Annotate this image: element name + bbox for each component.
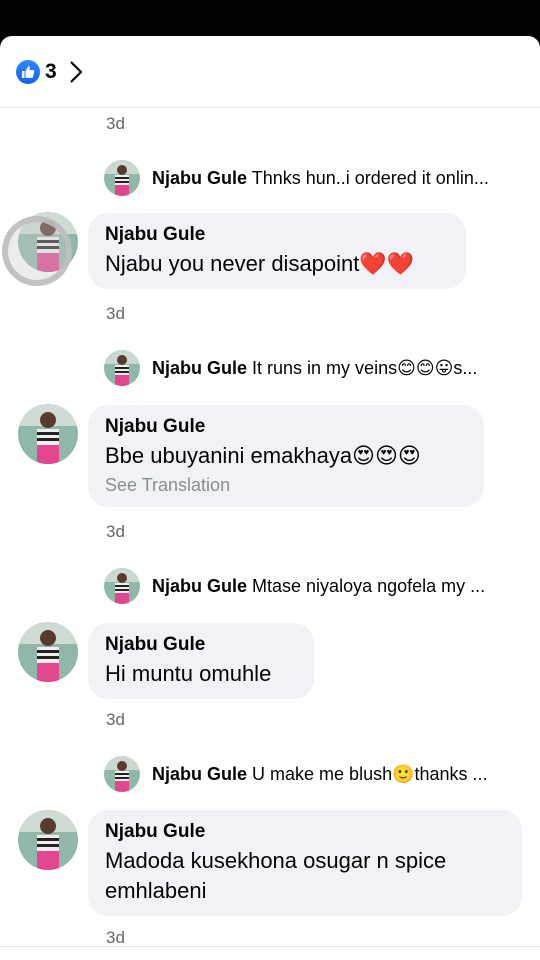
comment-author[interactable]: Njabu Gule [105, 820, 505, 844]
comment-bubble[interactable]: Njabu Gule Njabu you never disapoint❤️❤️ [88, 213, 466, 289]
touch-indicator [2, 216, 72, 286]
reply-text: Mtase niyaloya ngofela my ... [252, 575, 486, 596]
reply-author[interactable]: Njabu Gule [152, 764, 247, 784]
timestamp: 3d [106, 710, 125, 729]
reply-preview[interactable]: Njabu Gule Mtase niyaloya ngofela my ... [104, 566, 524, 606]
reply-text: U make me blush🙂thanks ... [252, 763, 488, 784]
avatar[interactable] [18, 810, 78, 870]
reply-preview[interactable]: Njabu Gule Thnks hun..i ordered it onlin… [104, 158, 524, 198]
timestamp: 3d [106, 522, 125, 541]
comment-bubble[interactable]: Njabu Gule Madoda kusekhona osugar n spi… [88, 810, 522, 916]
see-translation-link[interactable]: See Translation [105, 473, 467, 497]
avatar[interactable] [104, 350, 140, 386]
comment-text: Njabu you never disapoint❤️❤️ [105, 251, 415, 276]
reactions-header[interactable]: 3 [0, 36, 540, 108]
reply-author[interactable]: Njabu Gule [152, 576, 247, 596]
comment-text: Hi muntu omuhle [105, 661, 272, 686]
comment-author[interactable]: Njabu Gule [105, 223, 449, 247]
timestamp: 3d [106, 928, 125, 947]
reply-text: It runs in my veins😊😊😛s... [252, 357, 478, 378]
timestamp: 3d [106, 304, 125, 323]
avatar[interactable] [104, 160, 140, 196]
avatar[interactable] [104, 756, 140, 792]
comment-bubble[interactable]: Njabu Gule Hi muntu omuhle [88, 623, 314, 699]
avatar[interactable] [104, 568, 140, 604]
comment-author[interactable]: Njabu Gule [105, 415, 467, 439]
timestamp: 3d [106, 114, 125, 133]
comments-sheet: 3 3d Njabu Gule Thnks hun..i ordered it … [0, 36, 540, 960]
divider [0, 946, 540, 950]
avatar[interactable] [18, 404, 78, 464]
thumbs-up-icon [16, 59, 40, 84]
reply-text: Thnks hun..i ordered it onlin... [251, 167, 489, 188]
chevron-right-icon[interactable] [69, 60, 83, 84]
reply-author[interactable]: Njabu Gule [152, 358, 247, 378]
avatar[interactable] [18, 622, 78, 682]
comment-bubble[interactable]: Njabu Gule Bbe ubuyanini emakhaya😍😍😍 See… [88, 405, 484, 507]
like-count: 3 [45, 59, 57, 83]
reply-preview[interactable]: Njabu Gule It runs in my veins😊😊😛s... [104, 348, 524, 388]
reply-preview[interactable]: Njabu Gule U make me blush🙂thanks ... [104, 754, 524, 794]
comment-text: Bbe ubuyanini emakhaya😍😍😍 [105, 443, 421, 468]
comment-text: Madoda kusekhona osugar n spice emhlaben… [105, 848, 447, 903]
comment-author[interactable]: Njabu Gule [105, 633, 297, 657]
reply-author[interactable]: Njabu Gule [152, 168, 247, 188]
